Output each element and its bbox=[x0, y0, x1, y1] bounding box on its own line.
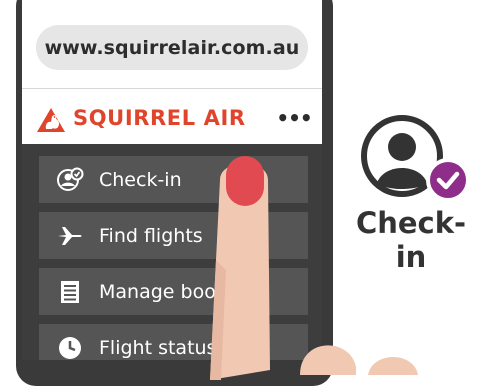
header-divider bbox=[22, 88, 322, 89]
hand-knuckles-illustration bbox=[300, 345, 418, 375]
brand-logo[interactable]: SQUIRREL AIR bbox=[35, 101, 246, 135]
more-menu-button[interactable]: ••• bbox=[276, 104, 312, 132]
url-bar[interactable]: www.squirrelair.com.au bbox=[36, 25, 308, 70]
user-check-icon bbox=[47, 156, 93, 203]
menu-item-label: Check-in bbox=[99, 168, 182, 191]
check-badge-icon bbox=[426, 158, 470, 202]
menu-item-label: Find flights bbox=[99, 224, 203, 247]
url-text: www.squirrelair.com.au bbox=[44, 36, 300, 59]
airplane-icon bbox=[47, 212, 93, 259]
more-dots-icon: ••• bbox=[276, 106, 312, 130]
fingernail bbox=[226, 156, 264, 206]
squirrel-logo-icon bbox=[37, 108, 65, 132]
callout-label: Check-in bbox=[355, 206, 467, 274]
brand-name: SQUIRREL AIR bbox=[73, 106, 246, 130]
clock-icon bbox=[47, 324, 93, 360]
check-in-callout-icon bbox=[361, 115, 470, 202]
document-icon bbox=[47, 268, 93, 315]
